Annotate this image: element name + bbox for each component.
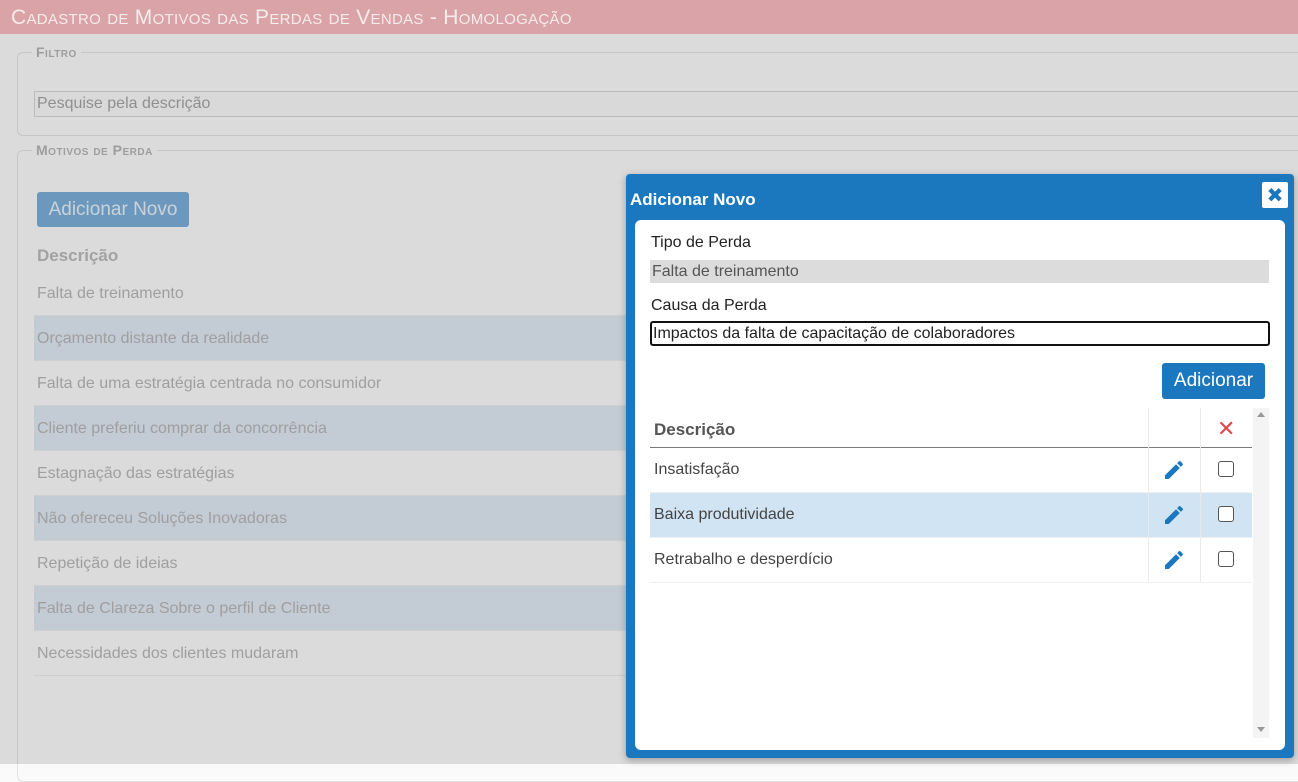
table-row[interactable]: Baixa produtividade bbox=[650, 492, 1252, 537]
checkbox-icon[interactable] bbox=[1218, 551, 1235, 568]
pencil-icon[interactable] bbox=[1162, 548, 1186, 572]
title-bar: Cadastro de Motivos das Perdas de Vendas… bbox=[0, 0, 1298, 34]
table-row[interactable]: Insatisfação bbox=[650, 447, 1252, 492]
checkbox-cell bbox=[1199, 447, 1252, 492]
checkbox-icon[interactable] bbox=[1218, 506, 1235, 523]
checkbox-cell bbox=[1199, 537, 1252, 582]
edit-cell bbox=[1147, 492, 1200, 537]
causa-perda-field[interactable] bbox=[650, 321, 1270, 346]
checkbox-cell bbox=[1199, 492, 1252, 537]
row-descricao: Retrabalho e desperdício bbox=[654, 550, 833, 568]
dialog-title: Adicionar Novo bbox=[630, 190, 756, 209]
table-scrollbar[interactable] bbox=[1253, 408, 1269, 738]
close-icon[interactable]: ✖ bbox=[1262, 182, 1288, 208]
tipo-perda-label: Tipo de Perda bbox=[651, 234, 751, 251]
edit-cell bbox=[1147, 537, 1200, 582]
causas-table: Descrição ✕ Insatisfação Baixa produtivi… bbox=[650, 408, 1252, 583]
dialog-body: Tipo de Perda Causa da Perda Adicionar D… bbox=[635, 220, 1285, 750]
edit-cell bbox=[1147, 447, 1200, 492]
row-descricao: Insatisfação bbox=[654, 460, 740, 478]
add-new-dialog: Adicionar Novo ✖ Tipo de Perda Causa da … bbox=[626, 174, 1294, 758]
edit-column-header bbox=[1147, 408, 1200, 447]
adicionar-button[interactable]: Adicionar bbox=[1162, 363, 1265, 399]
pencil-icon[interactable] bbox=[1162, 503, 1186, 527]
delete-icon[interactable]: ✕ bbox=[1217, 417, 1235, 442]
scroll-up-arrow-icon[interactable] bbox=[1257, 412, 1265, 417]
tipo-perda-field bbox=[650, 260, 1269, 283]
causa-perda-label: Causa da Perda bbox=[651, 297, 767, 314]
descricao-column-header: Descrição bbox=[654, 420, 736, 440]
pencil-icon[interactable] bbox=[1162, 458, 1186, 482]
table-header-row: Descrição ✕ bbox=[650, 408, 1252, 447]
delete-column-header: ✕ bbox=[1199, 408, 1252, 447]
table-row[interactable]: Retrabalho e desperdício bbox=[650, 537, 1252, 582]
row-descricao: Baixa produtividade bbox=[654, 505, 795, 523]
page-title: Cadastro de Motivos das Perdas de Vendas… bbox=[11, 6, 572, 29]
checkbox-icon[interactable] bbox=[1218, 461, 1235, 478]
scroll-down-arrow-icon[interactable] bbox=[1257, 727, 1265, 732]
